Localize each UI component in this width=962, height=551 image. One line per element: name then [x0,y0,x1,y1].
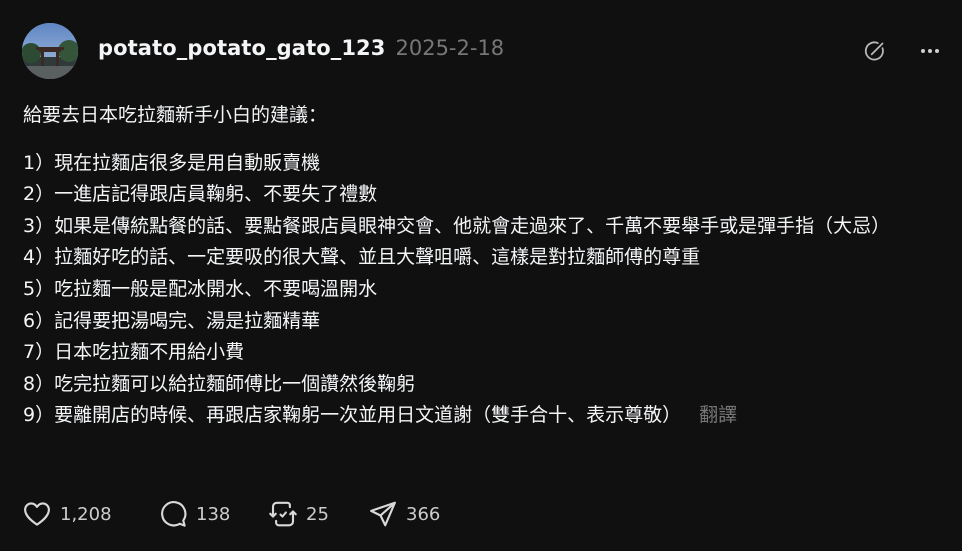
username[interactable]: potato_potato_gato_123 [98,36,385,60]
like-count: 1,208 [60,503,112,525]
post-intro: 給要去日本吃拉麵新手小白的建議： [23,104,328,126]
more-icon[interactable] [916,37,944,65]
thread-post: potato_potato_gato_123 2025-2-18 給要去日本吃拉… [0,0,962,551]
translate-link[interactable]: 翻譯 [699,404,737,426]
header-actions [861,37,944,65]
timestamp[interactable]: 2025-2-18 [395,36,504,60]
share-button[interactable]: 366 [368,499,440,529]
repost-icon [269,501,297,527]
post-line: 4）拉麵好吃的話、一定要吸的很大聲、並且大聲咀嚼、這樣是對拉麵師傅的尊重 [23,246,701,269]
post-line-text: 9）要離開店的時候、再跟店家鞠躬一次並用日文道謝（雙手合十、表示尊敬） [23,404,682,427]
avatar-image [22,23,78,79]
post-line: 3）如果是傳統點餐的話、要點餐跟店員眼神交會、他就會走過來了、千萬不要舉手或是彈… [23,214,891,237]
comment-count: 138 [196,503,231,525]
post-line: 8）吃完拉麵可以給拉麵師傅比一個讚然後鞠躬 [23,372,416,395]
repost-count: 25 [306,503,329,525]
post-line: 7）日本吃拉麵不用給小費 [23,341,245,364]
post-line: 6）記得要把湯喝完、湯是拉麵精華 [23,309,321,332]
action-bar: 1,208 138 25 366 [22,499,440,529]
repost-button[interactable]: 25 [268,499,368,529]
post-line: 2）一進店記得跟店員鞠躬、不要失了禮數 [23,183,378,206]
post-body: 給要去日本吃拉麵新手小白的建議： 1）現在拉麵店很多是用自動販賣機 2）一進店記… [23,100,943,432]
share-count: 366 [406,503,441,525]
edit-circle-icon[interactable] [861,37,889,65]
comment-icon [161,501,187,527]
heart-icon [24,502,50,526]
post-line: 1）現在拉麵店很多是用自動販賣機 [23,151,321,174]
send-icon [370,501,396,527]
comment-button[interactable]: 138 [158,499,268,529]
post-line-last: 9）要離開店的時候、再跟店家鞠躬一次並用日文道謝（雙手合十、表示尊敬） 翻譯 [23,400,943,432]
avatar[interactable] [22,23,78,79]
post-header: potato_potato_gato_123 2025-2-18 [98,36,504,66]
post-line: 5）吃拉麵一般是配冰開水、不要喝溫開水 [23,277,378,300]
like-button[interactable]: 1,208 [22,499,158,529]
